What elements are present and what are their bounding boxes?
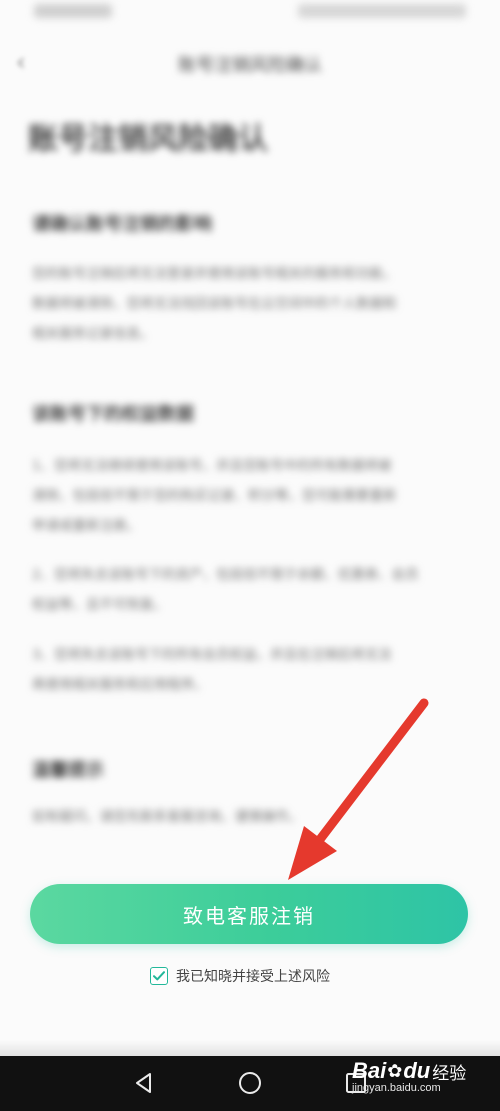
- paragraph-line: 清除，包括但不限于您的购买记录、积分等，您可能需要重新: [32, 488, 397, 504]
- checkmark-icon: [153, 971, 165, 981]
- watermark-brand: Bai: [352, 1058, 387, 1083]
- paragraph-line: 权益等，且不可恢复。: [32, 597, 167, 613]
- baidu-paw-icon: ✿: [387, 1060, 403, 1082]
- watermark-brand-du: du: [403, 1058, 431, 1083]
- top-navigation: ‹ 账号注销风险确认: [0, 40, 500, 86]
- back-nav-icon[interactable]: [131, 1070, 157, 1096]
- red-pointer-arrow: [288, 698, 429, 880]
- paragraph-line: 您的账号注销后将无法登录并使用该账号相关的服务和功能，: [32, 266, 397, 282]
- paragraph-line: 如有疑问，请您先联系客服咨询，谨慎操作。: [32, 809, 302, 825]
- bottom-shade: [0, 1040, 500, 1056]
- paragraph-line: 数据将被清除，您将无法找回该账号在云空间中的个人数据和: [32, 296, 397, 312]
- watermark-product: 经验: [432, 1063, 467, 1084]
- paragraph-line: 申请或重新注册。: [32, 518, 140, 534]
- section-text-impact: 您的账号注销后将无法登录并使用该账号相关的服务和功能， 数据将被清除，您将无法找…: [32, 259, 470, 349]
- status-bar: [0, 0, 500, 36]
- status-right-info: [298, 4, 466, 18]
- section-title-rights: 该账号下的权益数据: [32, 404, 194, 425]
- paragraph-line: 相关服务记录信息。: [32, 326, 154, 342]
- call-service-cancel-button[interactable]: 致电客服注销: [30, 884, 468, 944]
- status-left-info: [34, 4, 112, 18]
- section-text-rights-1: 1、您将无法继续使用该账号，并且您账号中的所有数据将被 清除，包括但不限于您的购…: [32, 451, 470, 541]
- section-text-rights-2: 2、您将失去该账号下的资产，包括但不限于余额、优惠券、会员 权益等，且不可恢复。: [32, 560, 470, 620]
- baidu-jingyan-watermark: Bai ✿ du 经验 jingyan.baidu.com: [352, 1058, 476, 1108]
- consent-label: 我已知晓并接受上述风险: [176, 969, 330, 985]
- page-nav-title: 账号注销风险确认: [178, 55, 322, 76]
- page-title: 账号注销风险确认: [28, 122, 268, 157]
- section-title-impact: 请确认账号注销的影响: [32, 214, 212, 235]
- consent-checkbox[interactable]: [150, 967, 168, 985]
- paragraph-line: 2、您将失去该账号下的资产，包括但不限于余额、优惠券、会员: [32, 567, 419, 583]
- paragraph-line: 再使用相关服务和应用程序。: [32, 677, 208, 693]
- paragraph-line: 3、您将失去该账号下的所有会员权益，并且在注销后将无法: [32, 647, 392, 663]
- home-nav-icon[interactable]: [237, 1070, 263, 1096]
- section-text-rights-3: 3、您将失去该账号下的所有会员权益，并且在注销后将无法 再使用相关服务和应用程序…: [32, 640, 470, 700]
- watermark-url: jingyan.baidu.com: [352, 1082, 441, 1094]
- section-title-tips: 温馨提示: [32, 760, 104, 781]
- risk-consent-row[interactable]: 我已知晓并接受上述风险: [150, 964, 330, 988]
- paragraph-line: 1、您将无法继续使用该账号，并且您账号中的所有数据将被: [32, 458, 392, 474]
- section-text-tips: 如有疑问，请您先联系客服咨询，谨慎操作。: [32, 802, 470, 832]
